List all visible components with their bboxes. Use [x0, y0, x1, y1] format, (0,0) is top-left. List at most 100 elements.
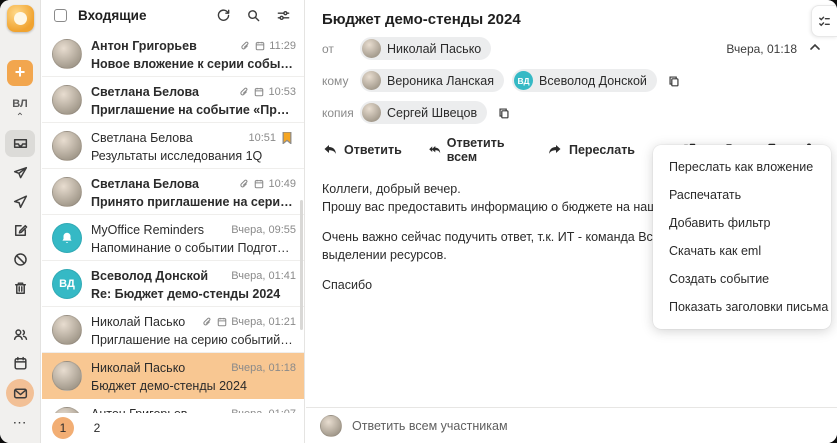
- recipient-chip[interactable]: Вероника Ланская: [360, 69, 505, 92]
- filter-settings-icon[interactable]: [272, 5, 294, 27]
- avatar: [362, 71, 381, 90]
- sender-avatar: ВД: [52, 269, 82, 299]
- nav-spam-icon[interactable]: [5, 246, 35, 273]
- app-logo-icon[interactable]: [6, 5, 34, 32]
- message-row-selected[interactable]: Николай Пасько Вчера, 01:18 Бюджет демо-…: [42, 353, 304, 399]
- apps-nav: ⋯: [5, 320, 35, 443]
- mail-app-window: + ВЛ ⌃ ⋯ Входящие Антон Григорьев 11:29 …: [0, 0, 837, 443]
- nav-inbox-icon[interactable]: [5, 130, 35, 157]
- tasks-panel-toggle[interactable]: [811, 5, 837, 37]
- to-label: кому: [322, 73, 349, 88]
- menu-add-filter[interactable]: Добавить фильтр: [653, 209, 831, 237]
- message-row[interactable]: ВД Всеволод Донской Вчера, 01:41 Re: Бюд…: [42, 261, 304, 307]
- forward-button[interactable]: Переслать: [547, 142, 635, 158]
- copy-recipients-icon[interactable]: [665, 72, 683, 90]
- reply-all-button[interactable]: Ответить всем: [428, 136, 521, 164]
- recipient-chip[interactable]: ВД Всеволод Донской: [512, 69, 657, 92]
- message-subject: Приглашение на серию событий «Демо стен…: [91, 333, 296, 347]
- reminder-bell-icon: [52, 223, 82, 253]
- cc-chip[interactable]: Сергей Швецов: [360, 101, 488, 124]
- menu-print[interactable]: Распечатать: [653, 181, 831, 209]
- message-subject: Re: Бюджет демо-стенды 2024: [91, 287, 281, 301]
- menu-download-eml[interactable]: Скачать как eml: [653, 237, 831, 265]
- sender-name: Николай Пасько: [91, 361, 186, 375]
- message-subject: Приглашение на событие «Предварительно…: [91, 103, 296, 117]
- message-subject: Принято приглашение на серию событий «…: [91, 195, 296, 209]
- nav-trash-icon[interactable]: [5, 275, 35, 302]
- select-all-checkbox[interactable]: [54, 9, 67, 22]
- from-row: от Николай Пасько Вчера, 01:18: [306, 37, 837, 60]
- checklist-icon: [819, 16, 830, 26]
- folder-nav: [5, 129, 35, 303]
- attachment-icon: [241, 41, 249, 50]
- sender-avatar: [52, 315, 82, 345]
- current-user-avatar: [320, 414, 342, 437]
- avatar: ВД: [514, 71, 534, 90]
- sender-name: Антон Григорьев: [91, 39, 197, 53]
- nav-outbox-icon[interactable]: [5, 159, 35, 186]
- flag-bookmark-icon: [282, 132, 292, 144]
- message-row[interactable]: MyOffice Reminders Вчера, 09:55 Напомина…: [42, 215, 304, 261]
- sender-name: Светлана Белова: [91, 131, 193, 145]
- nav-sent-icon[interactable]: [5, 188, 35, 215]
- cc-row: копия Сергей Швецов: [306, 101, 837, 124]
- forward-icon: [549, 145, 561, 154]
- quick-reply-bar[interactable]: Ответить всем участникам: [306, 407, 837, 443]
- attachment-icon: [240, 87, 248, 96]
- menu-create-event[interactable]: Создать событие: [653, 265, 831, 293]
- attachment-icon: [240, 179, 248, 188]
- pagination: 1 2: [42, 413, 304, 443]
- sender-avatar: [52, 177, 82, 207]
- contacts-icon[interactable]: [5, 321, 35, 348]
- copy-cc-icon[interactable]: [495, 104, 513, 122]
- email-subject: Бюджет демо-стенды 2024: [322, 11, 521, 28]
- menu-forward-as-attachment[interactable]: Переслать как вложение: [653, 153, 831, 181]
- list-header: Входящие: [42, 0, 304, 31]
- mail-app-icon[interactable]: [6, 379, 34, 407]
- message-row[interactable]: Светлана Белова 10:49 Принято приглашени…: [42, 169, 304, 215]
- reply-button[interactable]: Ответить: [322, 142, 402, 158]
- collapse-chevron-icon[interactable]: [809, 41, 821, 56]
- chevron-up-icon[interactable]: ⌃: [16, 112, 24, 123]
- search-icon[interactable]: [242, 5, 264, 27]
- calendar-app-icon[interactable]: [5, 350, 35, 377]
- message-row[interactable]: Светлана Белова 10:51 Результаты исследо…: [42, 123, 304, 169]
- refresh-icon[interactable]: [212, 5, 234, 27]
- reply-icon: [324, 145, 336, 154]
- sender-name: Светлана Белова: [91, 85, 199, 99]
- message-time: Вчера, 01:21: [231, 316, 296, 328]
- from-label: от: [322, 41, 334, 56]
- reading-pane: Бюджет демо-стенды 2024 от Николай Паськ…: [306, 0, 837, 443]
- sender-name: MyOffice Reminders: [91, 223, 204, 237]
- message-row[interactable]: Светлана Белова 10:53 Приглашение на соб…: [42, 77, 304, 123]
- message-row[interactable]: Антон Григорьев Вчера, 01:07: [42, 399, 304, 413]
- user-initials[interactable]: ВЛ: [12, 98, 27, 110]
- menu-show-headers[interactable]: Показать заголовки письма: [653, 293, 831, 321]
- sender-avatar: [52, 361, 82, 391]
- email-date: Вчера, 01:18: [726, 41, 797, 56]
- message-row[interactable]: Николай Пасько Вчера, 01:21 Приглашение …: [42, 307, 304, 353]
- message-row[interactable]: Антон Григорьев 11:29 Новое вложение к с…: [42, 31, 304, 77]
- avatar: [362, 39, 381, 58]
- message-time: 11:29: [269, 40, 296, 52]
- more-apps-icon[interactable]: ⋯: [5, 409, 35, 436]
- list-scrollbar[interactable]: [300, 200, 303, 330]
- to-row: кому Вероника Ланская ВД Всеволод Донско…: [306, 69, 837, 92]
- app-rail: + ВЛ ⌃ ⋯: [0, 0, 41, 443]
- cc-label: копия: [322, 105, 354, 120]
- email-context-menu: Переслать как вложение Распечатать Добав…: [653, 145, 831, 329]
- sender-name: Светлана Белова: [91, 177, 199, 191]
- sender-name: Всеволод Донской: [91, 269, 209, 283]
- message-time: Вчера, 01:41: [231, 270, 296, 282]
- message-subject: Новое вложение к серии событий «Аналити…: [91, 57, 296, 71]
- page-1-button[interactable]: 1: [52, 417, 74, 439]
- message-subject: Напоминание о событии Подготовить отчет…: [91, 241, 296, 255]
- event-icon: [255, 87, 264, 97]
- message-subject: Бюджет демо-стенды 2024: [91, 379, 247, 393]
- nav-drafts-icon[interactable]: [5, 217, 35, 244]
- from-chip[interactable]: Николай Пасько: [360, 37, 492, 60]
- page-2-button[interactable]: 2: [86, 417, 108, 439]
- sender-name: Николай Пасько: [91, 315, 186, 329]
- message-time: Вчера, 01:18: [231, 362, 296, 374]
- compose-new-button[interactable]: +: [7, 60, 33, 86]
